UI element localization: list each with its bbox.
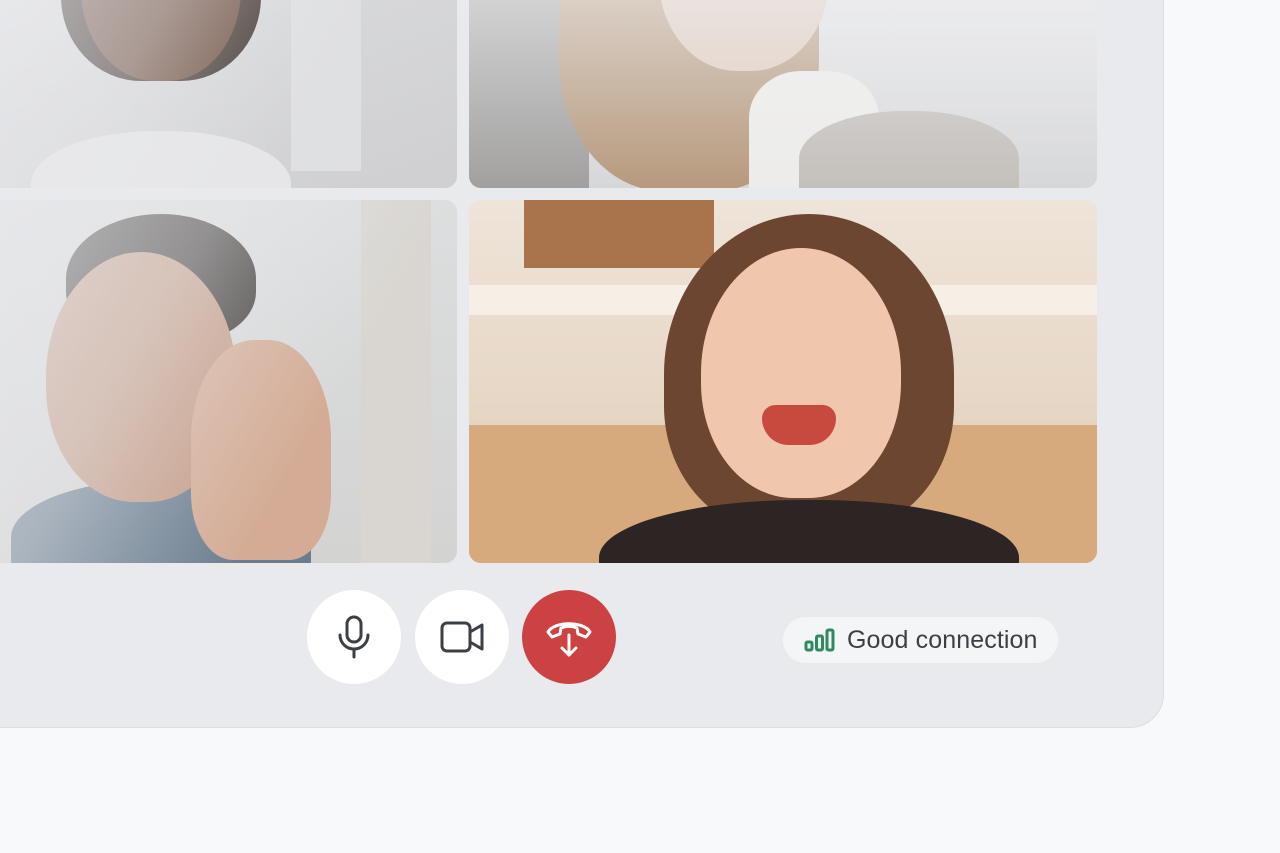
participant-4-face xyxy=(701,248,901,498)
end-call-button[interactable] xyxy=(522,590,616,684)
participant-tile-1[interactable] xyxy=(0,0,457,188)
video-camera-icon xyxy=(440,621,484,653)
connection-status-badge: Good connection xyxy=(783,617,1058,663)
participant-4-bookshelf xyxy=(524,200,714,268)
connection-status-label: Good connection xyxy=(847,625,1038,654)
participant-tile-4-active-speaker[interactable] xyxy=(469,200,1097,563)
participant-tile-3[interactable] xyxy=(0,200,457,563)
stage: Good connection xyxy=(0,0,1280,853)
video-call-window: Good connection xyxy=(0,0,1164,728)
hang-up-icon xyxy=(546,622,592,657)
participant-4-mouth xyxy=(762,405,836,445)
participant-1-body xyxy=(31,131,291,188)
microphone-icon xyxy=(338,615,370,659)
participant-1-window xyxy=(291,0,361,171)
participant-tile-2[interactable] xyxy=(469,0,1097,188)
signal-bars-icon xyxy=(804,628,835,652)
mute-microphone-button[interactable] xyxy=(307,590,401,684)
participant-3-curtain xyxy=(361,200,431,563)
participant-3-waving-hand xyxy=(191,340,331,560)
toggle-camera-button[interactable] xyxy=(415,590,509,684)
